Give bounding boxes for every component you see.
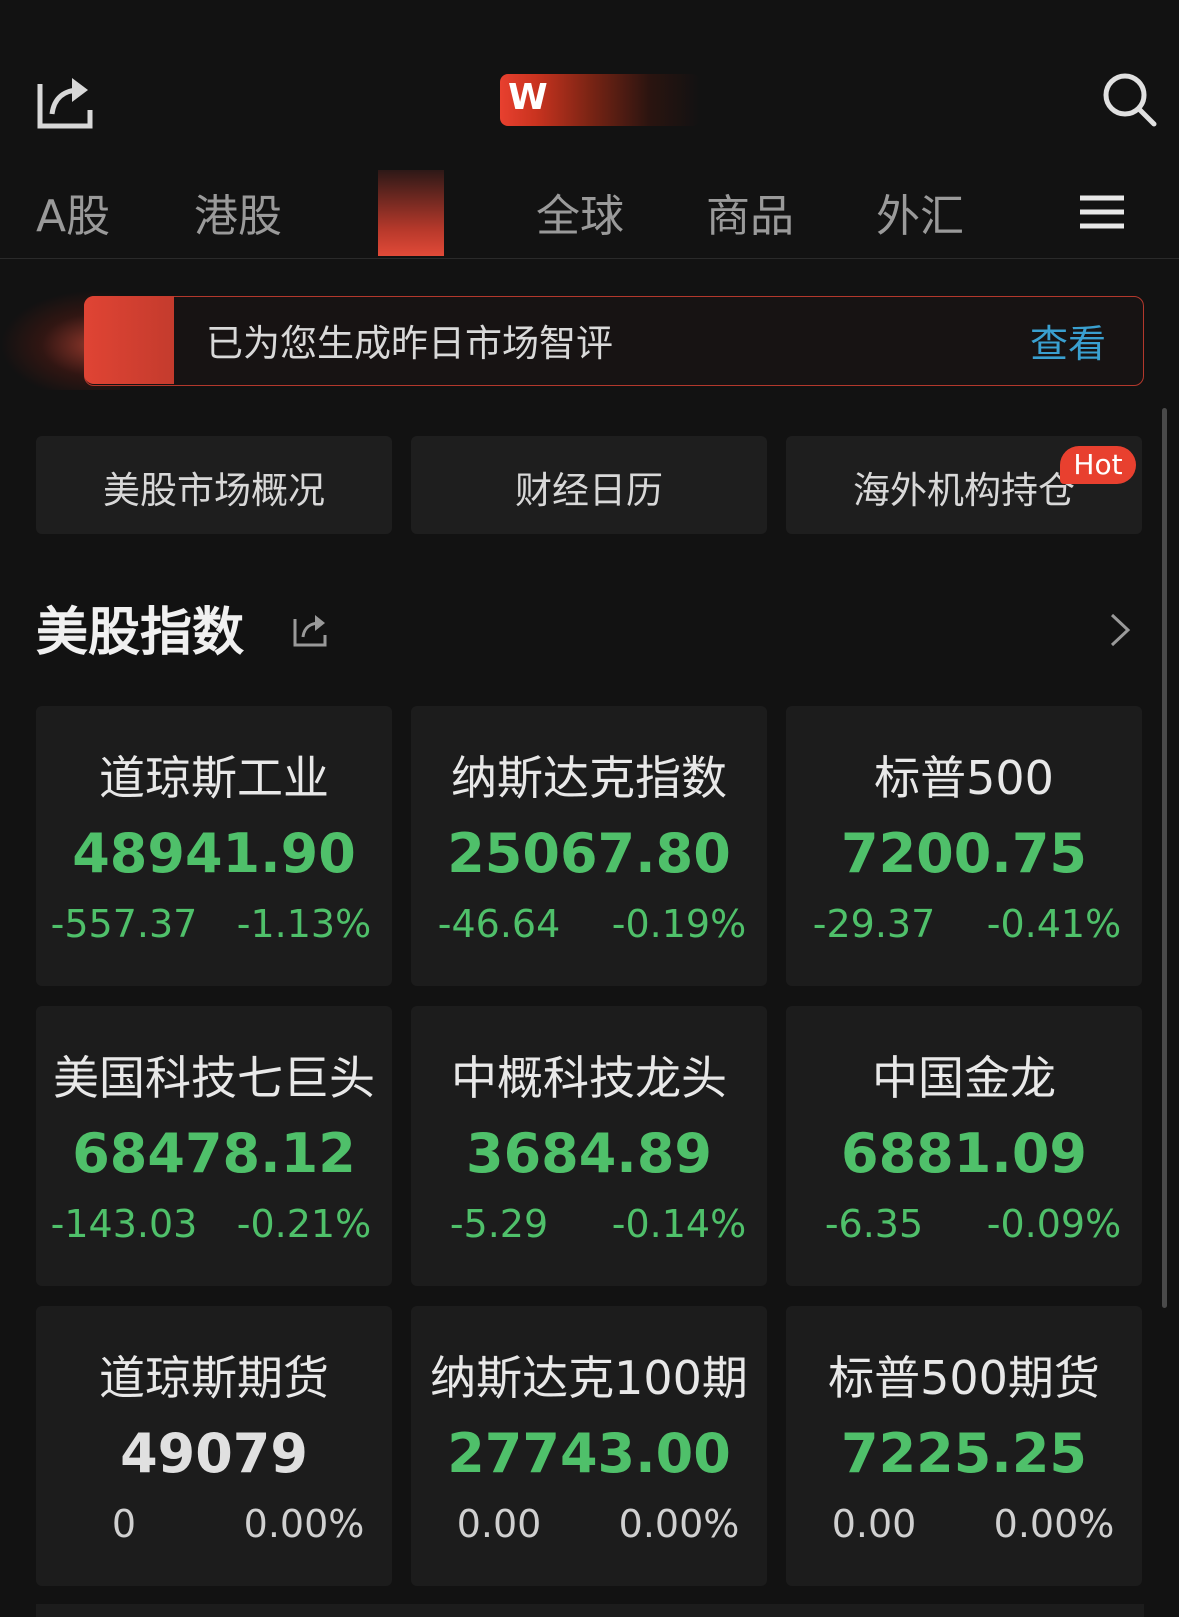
index-card[interactable]: 纳斯达克100期 27743.00 0.00 0.00% [411, 1306, 767, 1586]
scrollbar[interactable] [1162, 408, 1167, 1308]
next-card-row-edge [36, 1604, 1144, 1617]
index-percent: -0.09% [986, 1202, 1122, 1246]
quick-link-label: 财经日历 [515, 469, 663, 512]
index-change: -46.64 [437, 902, 561, 946]
index-percent: 0.00% [993, 1502, 1115, 1546]
quick-link-market-overview[interactable]: 美股市场概况 [36, 436, 392, 534]
index-change: 0.00 [456, 1502, 542, 1546]
index-percent: -0.19% [611, 902, 747, 946]
share-icon[interactable] [36, 70, 96, 130]
index-card[interactable]: 道琼斯工业 48941.90 -557.37 -1.13% [36, 706, 392, 986]
index-percent: -1.13% [236, 902, 372, 946]
tab-hk-shares[interactable]: 港股 [194, 180, 282, 244]
index-change: -557.37 [50, 902, 198, 946]
market-tabs: A股 港股 全球 商品 外汇 [0, 170, 1179, 259]
index-price: 49079 [120, 1422, 308, 1485]
tab-commodities[interactable]: 商品 [706, 180, 794, 244]
index-change: -5.29 [449, 1202, 549, 1246]
index-price: 6881.09 [841, 1122, 1087, 1185]
quick-link-label: 美股市场概况 [103, 469, 325, 512]
hot-badge: Hot [1060, 446, 1136, 484]
index-percent: -0.21% [236, 1202, 372, 1246]
banner-view-link[interactable]: 查看 [1030, 313, 1106, 368]
index-price: 27743.00 [447, 1422, 731, 1485]
index-name: 纳斯达克指数 [451, 751, 727, 805]
index-price: 7200.75 [841, 822, 1087, 885]
index-change: -29.37 [812, 902, 936, 946]
tab-a-shares[interactable]: A股 [36, 180, 110, 244]
index-price: 7225.25 [841, 1422, 1087, 1485]
tab-us-shares-active[interactable] [378, 170, 444, 256]
index-change: -143.03 [50, 1202, 198, 1246]
index-change: 0.00 [831, 1502, 917, 1546]
index-price: 3684.89 [466, 1122, 712, 1185]
tab-global[interactable]: 全球 [536, 180, 624, 244]
index-name: 美国科技七巨头 [53, 1051, 375, 1105]
index-card[interactable]: 标普500 7200.75 -29.37 -0.41% [786, 706, 1142, 986]
index-percent: -0.41% [986, 902, 1122, 946]
index-name: 标普500期货 [828, 1351, 1100, 1405]
index-name: 道琼斯期货 [99, 1351, 329, 1405]
tab-forex[interactable]: 外汇 [876, 180, 964, 244]
index-change: -6.35 [824, 1202, 924, 1246]
index-name: 道琼斯工业 [99, 751, 329, 805]
quick-link-calendar[interactable]: 财经日历 [411, 436, 767, 534]
banner-accent-block [84, 296, 174, 384]
share-icon[interactable] [292, 610, 330, 648]
logo-letter: W [508, 77, 548, 118]
menu-icon[interactable] [1078, 192, 1126, 232]
index-price: 48941.90 [72, 822, 356, 885]
index-card[interactable]: 道琼斯期货 49079 0 0.00% [36, 1306, 392, 1586]
banner-text: 已为您生成昨日市场智评 [206, 322, 613, 365]
section-title: 美股指数 [36, 603, 245, 663]
index-card[interactable]: 标普500期货 7225.25 0.00 0.00% [786, 1306, 1142, 1586]
chevron-right-icon[interactable] [1108, 612, 1132, 648]
index-name: 中概科技龙头 [451, 1051, 727, 1105]
index-card[interactable]: 美国科技七巨头 68478.12 -143.03 -0.21% [36, 1006, 392, 1286]
index-card[interactable]: 纳斯达克指数 25067.80 -46.64 -0.19% [411, 706, 767, 986]
search-icon[interactable] [1100, 70, 1158, 128]
index-percent: -0.14% [611, 1202, 747, 1246]
index-name: 纳斯达克100期 [430, 1351, 748, 1405]
index-card[interactable]: 中国金龙 6881.09 -6.35 -0.09% [786, 1006, 1142, 1286]
index-name: 中国金龙 [872, 1051, 1056, 1105]
index-price: 68478.12 [72, 1122, 356, 1185]
top-bar: W [0, 0, 1179, 160]
index-price: 25067.80 [447, 822, 731, 885]
index-percent: 0.00% [243, 1502, 365, 1546]
index-name: 标普500 [874, 751, 1054, 805]
index-percent: 0.00% [618, 1502, 740, 1546]
index-change: 0 [111, 1502, 137, 1546]
index-card[interactable]: 中概科技龙头 3684.89 -5.29 -0.14% [411, 1006, 767, 1286]
app-logo: W [500, 74, 700, 126]
